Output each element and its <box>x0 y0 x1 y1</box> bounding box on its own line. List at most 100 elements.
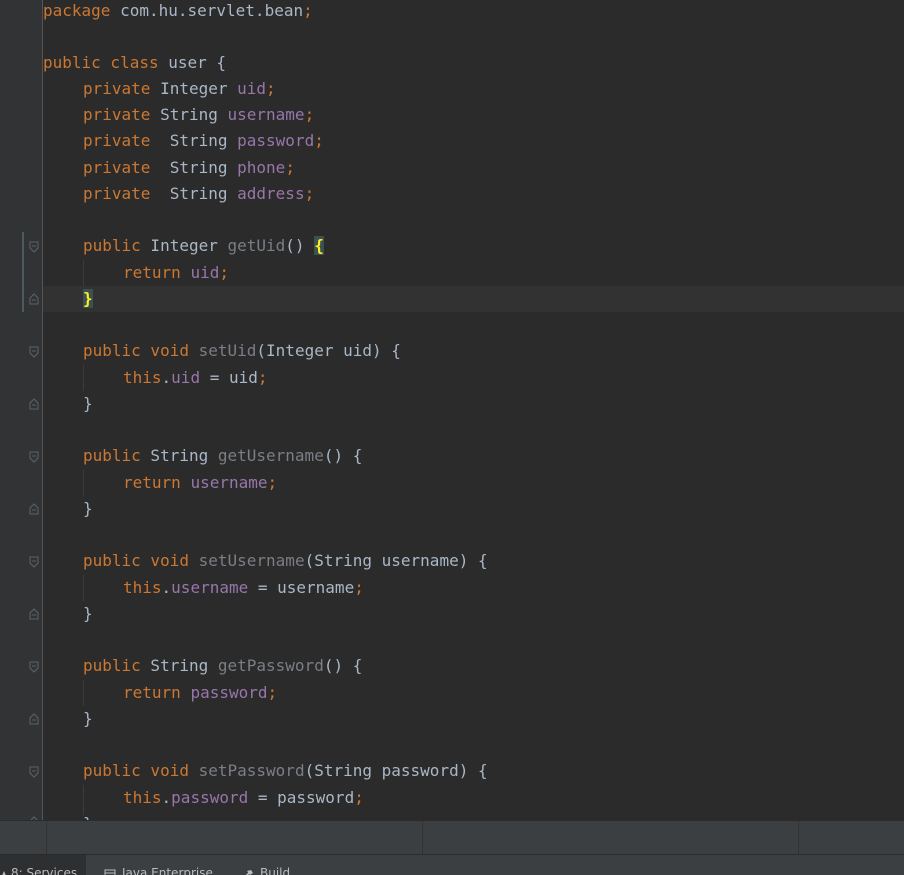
fold-collapse-icon[interactable] <box>28 556 40 568</box>
method-name: getPassword <box>218 656 324 675</box>
keyword: private <box>83 105 150 124</box>
dot: . <box>162 788 172 807</box>
panel-section <box>422 821 799 855</box>
code-line: } <box>83 496 93 522</box>
indent-guide <box>83 575 84 601</box>
editor-bottom-panel <box>0 820 904 855</box>
fold-end-icon[interactable] <box>28 293 40 305</box>
tab-services[interactable]: 8: Services <box>0 855 86 875</box>
semicolon: ; <box>268 473 278 492</box>
semicolon: ; <box>219 263 229 282</box>
space <box>181 473 191 492</box>
type: String <box>141 446 218 465</box>
keyword: public <box>83 446 141 465</box>
fold-collapse-icon[interactable] <box>28 766 40 778</box>
keyword: public <box>83 656 141 675</box>
code-line: this.username = username; <box>123 575 364 601</box>
code-line: package com.hu.servlet.bean; <box>43 0 313 24</box>
matched-brace: { <box>314 236 324 255</box>
indent-guide <box>83 470 84 496</box>
semicolon: ; <box>305 105 315 124</box>
keyword: public void <box>83 761 189 780</box>
assignment: = password <box>248 788 354 807</box>
keyword: private <box>83 79 150 98</box>
dot: . <box>162 368 172 387</box>
fold-end-icon[interactable] <box>28 713 40 725</box>
space <box>189 551 199 570</box>
semicolon: ; <box>354 578 364 597</box>
semicolon: ; <box>303 1 313 20</box>
code-line: private Integer uid; <box>83 76 276 102</box>
parameters: (String username) { <box>305 551 488 570</box>
keyword: private <box>83 184 150 203</box>
code-line: public String getUsername() { <box>83 443 362 469</box>
keyword: this <box>123 788 162 807</box>
code-line: public void setUsername(String username)… <box>83 548 488 574</box>
field-name: password <box>190 683 267 702</box>
keyword: package <box>43 1 110 20</box>
gutter-separator <box>42 0 43 820</box>
code-line: } <box>83 286 93 312</box>
indent-guide <box>83 260 84 286</box>
tab-java-enterprise[interactable]: Java Enterprise <box>104 855 224 875</box>
field-name: uid <box>190 263 219 282</box>
keyword: public <box>83 236 141 255</box>
type: String <box>150 158 237 177</box>
code-line: this.password = password; <box>123 785 364 811</box>
fold-end-icon[interactable] <box>28 398 40 410</box>
parameters: () <box>285 236 314 255</box>
keyword: private <box>83 131 150 150</box>
code-editor[interactable]: package com.hu.servlet.bean; public clas… <box>0 0 904 820</box>
space <box>189 341 199 360</box>
keyword: return <box>123 263 181 282</box>
semicolon: ; <box>354 788 364 807</box>
keyword: public void <box>83 551 189 570</box>
services-icon <box>0 869 8 875</box>
semicolon: ; <box>258 368 268 387</box>
field-name: phone <box>237 158 285 177</box>
hammer-icon <box>242 869 254 875</box>
fold-collapse-icon[interactable] <box>28 661 40 673</box>
code-line: } <box>83 706 93 732</box>
fold-end-icon[interactable] <box>28 503 40 515</box>
fold-end-icon[interactable] <box>28 608 40 620</box>
code-line: return password; <box>123 680 277 706</box>
code-line: public Integer getUid() { <box>83 233 324 259</box>
code-line: } <box>83 601 93 627</box>
fold-collapse-icon[interactable] <box>28 241 40 253</box>
code-line: public String getPassword() { <box>83 653 362 679</box>
fold-collapse-icon[interactable] <box>28 346 40 358</box>
code-line: return uid; <box>123 260 229 286</box>
type: String <box>150 105 227 124</box>
semicolon: ; <box>314 131 324 150</box>
field-name: username <box>228 105 305 124</box>
keyword: private <box>83 158 150 177</box>
tab-build[interactable]: Build <box>242 855 312 875</box>
method-name: getUsername <box>218 446 324 465</box>
code-line: return username; <box>123 470 277 496</box>
method-name: setPassword <box>199 761 305 780</box>
space <box>181 263 191 282</box>
field-name: uid <box>171 368 200 387</box>
indent-guide <box>83 365 84 391</box>
code-line: } <box>83 811 93 820</box>
keyword: public void <box>83 341 189 360</box>
current-line-highlight <box>43 286 904 312</box>
field-name: password <box>237 131 314 150</box>
type: Integer <box>141 236 228 255</box>
fold-collapse-icon[interactable] <box>28 451 40 463</box>
semicolon: ; <box>268 683 278 702</box>
field-name: uid <box>237 79 266 98</box>
keyword: this <box>123 368 162 387</box>
class-declaration: user { <box>159 53 226 72</box>
field-name: address <box>237 184 304 203</box>
matched-brace: } <box>83 289 93 308</box>
panel-section <box>798 821 904 855</box>
indent-guide <box>83 680 84 706</box>
parameters: (String password) { <box>305 761 488 780</box>
vcs-change-marker[interactable] <box>22 232 24 312</box>
keyword: return <box>123 473 181 492</box>
code-line: this.uid = uid; <box>123 365 268 391</box>
assignment: = uid <box>200 368 258 387</box>
parameters: () { <box>324 656 363 675</box>
